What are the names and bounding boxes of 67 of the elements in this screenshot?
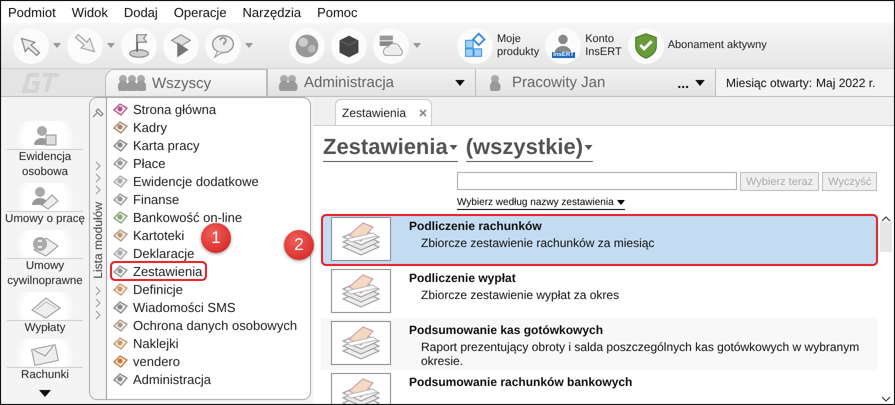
filter-tab[interactable]: Pracowity Jan ... bbox=[475, 69, 715, 96]
module-item[interactable]: Zestawienia bbox=[111, 262, 206, 280]
module-item[interactable]: Karta pracy bbox=[111, 136, 204, 154]
module-item[interactable]: Deklaracje bbox=[111, 244, 198, 262]
module-item[interactable]: Ochrona danych osobowych bbox=[111, 316, 302, 334]
module-item[interactable]: Płace bbox=[111, 154, 170, 172]
report-description: Zbiorcze zestawienie rachunków za miesiąc bbox=[420, 236, 654, 250]
people-group-icon bbox=[116, 74, 146, 92]
nav-button[interactable]: Ewidencja osobowa bbox=[3, 121, 87, 180]
caret-icon bbox=[455, 80, 465, 86]
caret-icon bbox=[616, 200, 625, 205]
close-icon[interactable] bbox=[419, 108, 427, 116]
category-dropdown[interactable]: Zestawienia bbox=[323, 134, 458, 162]
filter-dropdown[interactable]: (wszystkie) bbox=[466, 134, 594, 162]
scroll-down-icon[interactable] bbox=[39, 390, 51, 397]
module-item[interactable]: Kadry bbox=[111, 118, 171, 136]
report-title: Podsumowanie kas gotówkowych bbox=[409, 323, 604, 337]
chevron-icon[interactable] bbox=[95, 310, 101, 320]
module-item[interactable]: Finanse bbox=[111, 190, 184, 208]
report-title: Podliczenie wypłat bbox=[409, 271, 517, 285]
scroll-down-icon[interactable] bbox=[881, 396, 891, 402]
report-description: Zbiorcze zestawienie wypłat za okres bbox=[420, 288, 620, 302]
month-value: Maj 2022 r. bbox=[816, 76, 876, 90]
report-row[interactable]: Podsumowanie kas gotówkowych Raport prezentujący obroty i salda poszczególnych kas gotówkowych w wybranym okresie. bbox=[321, 318, 878, 370]
menu-item[interactable]: Podmiot bbox=[7, 4, 57, 20]
caret-icon bbox=[584, 144, 594, 150]
report-title: Podliczenie rachunków bbox=[409, 219, 543, 233]
report-description: Raport prezentujący obroty i salda poszczególnych kas gotówkowych w wybranym okresie. bbox=[420, 340, 860, 368]
toolbar-icon-button[interactable] bbox=[163, 28, 199, 64]
scroll-up-icon[interactable] bbox=[881, 216, 891, 222]
chevron-icon[interactable] bbox=[95, 298, 101, 308]
caret-icon bbox=[53, 43, 61, 48]
caret-icon bbox=[107, 43, 115, 48]
caret-icon bbox=[448, 144, 458, 150]
search-mode-dropdown[interactable]: Wybierz według nazwy zestawienia bbox=[457, 197, 625, 210]
scrollbar-thumb[interactable] bbox=[880, 222, 892, 252]
module-item[interactable]: vendero bbox=[111, 352, 184, 370]
caret-icon bbox=[413, 43, 421, 48]
module-item[interactable]: Wiadomości SMS bbox=[111, 298, 240, 316]
search-field[interactable] bbox=[457, 172, 737, 190]
module-item[interactable]: Ewidencje dodatkowe bbox=[111, 172, 263, 190]
toolbar-button[interactable]: Abonament aktywny bbox=[628, 28, 767, 64]
nav-button[interactable]: Umowy cywilnoprawne bbox=[3, 230, 87, 289]
filter-tab[interactable]: Administracja bbox=[267, 69, 475, 96]
menu-item[interactable]: Widok bbox=[70, 4, 109, 20]
module-item[interactable]: Kartoteki bbox=[111, 226, 188, 244]
module-item[interactable]: Naklejki bbox=[111, 334, 183, 352]
panel-title: Lista modułów bbox=[91, 202, 105, 279]
caret-icon bbox=[245, 43, 253, 48]
people-icon bbox=[278, 74, 298, 92]
chevron-icon[interactable] bbox=[95, 286, 101, 296]
filter-tab[interactable]: Wszyscy bbox=[105, 69, 267, 96]
module-item[interactable]: Administracja bbox=[111, 370, 216, 388]
module-item[interactable]: Strona główna bbox=[111, 100, 220, 118]
report-title: Podsumowanie rachunków bankowych bbox=[409, 375, 632, 389]
menu-item[interactable]: Narzędzia bbox=[242, 4, 302, 20]
report-row[interactable]: Podliczenie rachunków Zbiorcze zestawienie rachunków za miesiąc bbox=[321, 214, 878, 266]
module-item[interactable]: Definicje bbox=[111, 280, 187, 298]
menu-item[interactable]: Dodaj bbox=[122, 4, 159, 20]
pin-icon[interactable] bbox=[92, 108, 104, 118]
document-tab[interactable]: Zestawienia bbox=[335, 99, 432, 125]
toolbar-icon-button[interactable] bbox=[331, 28, 367, 64]
toolbar-button[interactable]: Moje produkty bbox=[457, 28, 540, 64]
menu-item[interactable]: Operacje bbox=[172, 4, 228, 20]
caret-icon bbox=[695, 80, 705, 86]
menu-item[interactable]: Pomoc bbox=[316, 4, 359, 20]
month-label: Miesiąc otwarty: bbox=[726, 76, 812, 90]
